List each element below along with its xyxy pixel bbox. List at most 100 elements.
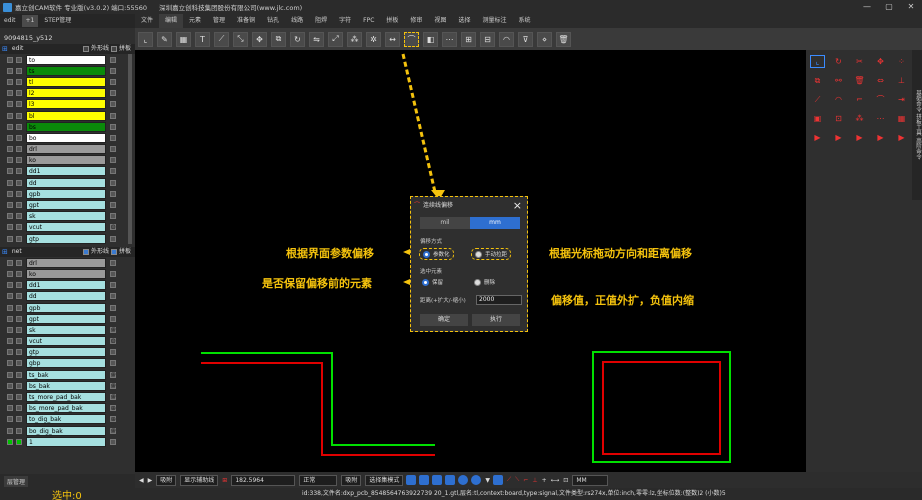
selection-mode-button[interactable]: 选择集模式 [365, 474, 404, 486]
layer-row[interactable]: 1 [0, 436, 135, 447]
layer-visible-checkbox[interactable] [7, 146, 13, 153]
array-tool-icon[interactable]: ⁂ [347, 31, 362, 47]
layer-row[interactable]: dd1 [0, 280, 135, 291]
plus-icon[interactable]: + [542, 477, 547, 484]
layer-name[interactable]: gpb [26, 188, 106, 199]
layer-color-box[interactable] [110, 202, 116, 209]
panel-checkbox[interactable] [110, 46, 117, 52]
circle-tool-icon[interactable] [471, 475, 482, 485]
job-name[interactable]: 9094815_y512 [0, 32, 135, 44]
layer-row[interactable]: to [0, 54, 135, 65]
line-icon[interactable]: ⟋ [810, 93, 825, 106]
layer-row[interactable]: drl [0, 257, 135, 268]
layer-row[interactable]: ts [0, 65, 135, 76]
radio-delete[interactable]: 删除 [474, 278, 495, 286]
layer-affect-checkbox[interactable] [16, 371, 22, 378]
node-tool-icon[interactable]: ⋄ [537, 31, 552, 47]
layer-scrollbar[interactable] [128, 54, 132, 244]
pad-icon[interactable]: ⊡ [831, 112, 846, 125]
layer-affect-checkbox[interactable] [16, 235, 22, 242]
scale-tool-icon[interactable]: ⤢ [328, 31, 343, 47]
layer-name[interactable]: bo_dig_bak [26, 425, 106, 436]
layer-affect-checkbox[interactable] [16, 394, 22, 401]
align-tool-icon[interactable]: ⊟ [480, 31, 495, 47]
layer-color-box[interactable] [110, 179, 116, 186]
arrow-icon[interactable]: ▶ [894, 131, 909, 144]
layer-color-box[interactable] [110, 157, 116, 164]
layer-visible-checkbox[interactable] [7, 282, 13, 289]
menu-drill[interactable]: 钻孔 [261, 14, 285, 28]
layer-affect-checkbox[interactable] [16, 112, 22, 119]
tab-step-count[interactable]: +1 [21, 15, 39, 27]
layer-visible-checkbox[interactable] [7, 382, 13, 389]
shape-tool-icon[interactable] [406, 475, 417, 485]
menu-fpc[interactable]: FPC [357, 14, 380, 28]
layer-color-box[interactable] [110, 349, 116, 356]
layer-name[interactable]: drl [26, 257, 106, 268]
layer-name[interactable]: gtp [26, 347, 106, 358]
layer-color-box[interactable] [110, 282, 116, 289]
measure-tool-icon[interactable]: ↔ [385, 31, 400, 47]
layer-name[interactable]: l3 [26, 99, 106, 110]
arrow-icon[interactable]: ▶ [873, 131, 888, 144]
mode-select[interactable]: 吸附 [156, 474, 177, 486]
menu-edit[interactable]: 编辑 [159, 14, 184, 28]
layer-visible-checkbox[interactable] [7, 190, 13, 197]
layer-row[interactable]: vcut O [0, 222, 135, 233]
layer-row[interactable]: gtp [0, 233, 135, 244]
link-icon[interactable]: ⚯ [831, 74, 846, 87]
prev-icon[interactable]: ◀ [139, 477, 144, 484]
layer-row[interactable]: to_dig_bak ⊕ [0, 414, 135, 425]
layer-row[interactable]: tl [0, 76, 135, 87]
layer-visible-checkbox[interactable] [7, 394, 13, 401]
layer-affect-checkbox[interactable] [16, 315, 22, 322]
filter-icon[interactable]: ▼ [485, 477, 490, 484]
layer-row[interactable]: gbp [0, 358, 135, 369]
layer-visible-checkbox[interactable] [7, 259, 13, 266]
outline-checkbox[interactable] [82, 46, 89, 52]
layer-row[interactable]: dd1 [0, 166, 135, 177]
delete-icon[interactable]: 🗑 [852, 74, 867, 87]
layer-affect-checkbox[interactable] [16, 56, 22, 63]
tab-step-manage[interactable]: STEP管理 [40, 15, 75, 27]
extend-icon[interactable]: ⇥ [894, 93, 909, 106]
menu-measure[interactable]: 测量标注 [476, 14, 512, 28]
break-icon[interactable]: ⋯ [873, 112, 888, 125]
maximize-button[interactable]: ▢ [878, 0, 900, 14]
layer-row[interactable]: drl [0, 144, 135, 155]
layer-visible-checkbox[interactable] [7, 270, 13, 277]
layer-name[interactable]: ts_bak [26, 369, 106, 380]
menu-trace[interactable]: 线路 [285, 14, 309, 28]
layer-color-box[interactable] [110, 56, 116, 63]
layer-affect-checkbox[interactable] [16, 78, 22, 85]
menu-soldermask[interactable]: 阻焊 [309, 14, 333, 28]
layer-affect-checkbox[interactable] [16, 427, 22, 434]
layer-visible-checkbox[interactable] [7, 179, 13, 186]
resize-tool-icon[interactable]: ⤡ [233, 31, 248, 47]
layer-row[interactable]: l3 [0, 99, 135, 110]
menu-file[interactable]: 文件 [135, 14, 159, 28]
fill-tool-icon[interactable]: ◧ [423, 31, 438, 47]
layer-row[interactable]: l2 [0, 88, 135, 99]
layer-visible-checkbox[interactable] [7, 224, 13, 231]
layer-affect-checkbox[interactable] [16, 168, 22, 175]
rotate-icon[interactable]: ↻ [831, 55, 846, 68]
layer-visible-checkbox[interactable] [7, 202, 13, 209]
layer-visible-checkbox[interactable] [7, 157, 13, 164]
layer-color-box[interactable] [110, 213, 116, 220]
layer-name[interactable]: to_dig_bak [26, 414, 106, 425]
layer-visible-checkbox[interactable] [7, 293, 13, 300]
layer-row[interactable]: gpb [0, 188, 135, 199]
node-icon[interactable]: ⁘ [894, 55, 909, 68]
red-tool-icon[interactable]: ⟍ [515, 476, 519, 484]
layer-name[interactable]: ko [26, 268, 106, 279]
coordinate-input[interactable]: 182.5964 [231, 474, 296, 486]
layer-affect-checkbox[interactable] [16, 67, 22, 74]
layer-color-box[interactable] [110, 67, 116, 74]
layer-name[interactable]: dd [26, 291, 106, 302]
layer-affect-checkbox[interactable] [16, 213, 22, 220]
copy-tool-icon[interactable]: ⧉ [271, 31, 286, 47]
layer-visible-checkbox[interactable] [7, 112, 13, 119]
layer-affect-checkbox[interactable] [16, 90, 22, 97]
layer-color-box[interactable] [110, 259, 116, 266]
